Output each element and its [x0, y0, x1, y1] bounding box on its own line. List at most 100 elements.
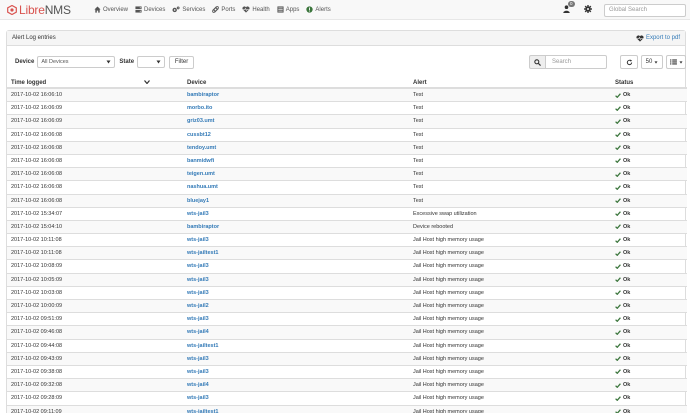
cell-device-link[interactable]: teigen.umt — [187, 171, 215, 177]
caret-down-icon — [654, 60, 658, 64]
cell-time: 2017-10-02 10:05:09 — [11, 276, 63, 283]
cell-alert: Jail Host high memory usage — [413, 342, 484, 349]
nav-ports[interactable]: Ports — [212, 0, 235, 20]
cell-time: 2017-10-02 16:06:08 — [11, 131, 63, 138]
check-icon — [615, 119, 621, 124]
cell-time: 2017-10-02 09:46:08 — [11, 329, 63, 336]
cell-device-link[interactable]: wts-jail3 — [187, 395, 209, 401]
cell-device-link[interactable]: griz03.umt — [187, 118, 215, 124]
table-row: 2017-10-02 10:00:09 wts-jail2 Jail Host hi… — [7, 300, 687, 314]
nav-label: Overview — [103, 6, 129, 13]
status-text: Ok — [623, 342, 631, 349]
check-icon — [615, 198, 621, 203]
nav-health[interactable]: Health — [242, 0, 270, 20]
cell-device-link[interactable]: wts-jail3 — [187, 263, 209, 269]
cell-status: Ok — [615, 198, 630, 204]
cell-device-link[interactable]: bambiraptor — [187, 92, 219, 98]
export-pdf-link[interactable]: Export to pdf — [636, 34, 680, 42]
cogs-icon — [172, 6, 180, 13]
cell-status: Ok — [615, 118, 630, 124]
cell-device-link[interactable]: wts-jail3 — [187, 211, 209, 217]
cell-device-link[interactable]: banmidwfi — [187, 158, 214, 164]
sort-desc-icon[interactable] — [144, 80, 150, 84]
heart-icon — [636, 34, 644, 42]
device-select[interactable]: All Devices — [37, 56, 116, 68]
librenms-logo-icon — [7, 4, 17, 15]
table-row: 2017-10-02 10:08:09 wts-jail3 Jail Host hi… — [7, 260, 687, 274]
cell-time: 2017-10-02 16:06:08 — [11, 171, 63, 178]
cell-status: Ok — [615, 343, 630, 349]
col-status[interactable]: Status — [615, 80, 633, 86]
cell-status: Ok — [615, 329, 630, 335]
brand-logo[interactable]: LibreNMS — [7, 3, 87, 17]
cell-device-link[interactable]: wts-jailtest1 — [187, 250, 218, 256]
cell-device-link[interactable]: wts-jail3 — [187, 237, 209, 243]
check-icon — [615, 290, 621, 296]
cell-device-link[interactable]: wts-jail3 — [187, 290, 209, 296]
status-text: Ok — [623, 382, 631, 389]
cell-device-link[interactable]: wts-jail2 — [187, 303, 209, 309]
cell-device-link[interactable]: wts-jail4 — [187, 329, 209, 335]
cell-time: 2017-10-02 15:34:07 — [11, 210, 63, 217]
nav-overview[interactable]: Overview — [94, 0, 128, 20]
cell-alert: Jail Host high memory usage — [413, 289, 484, 296]
cell-device-link[interactable]: morbo.ito — [187, 105, 212, 111]
table-row: 2017-10-02 10:05:09 wts-jail3 Jail Host hi… — [7, 273, 687, 287]
status-text: Ok — [623, 184, 631, 191]
check-icon — [615, 356, 621, 362]
status-text: Ok — [623, 368, 631, 375]
cell-device-link[interactable]: nashua.umt — [187, 184, 218, 190]
status-text: Ok — [623, 223, 631, 230]
cell-device-link[interactable]: wts-jailtest1 — [187, 343, 218, 349]
brand-name: LibreNMS — [19, 2, 71, 17]
cell-device-link[interactable]: tendoy.umt — [187, 145, 216, 151]
check-icon — [615, 185, 621, 190]
cell-device-link[interactable]: cussbt12 — [187, 132, 211, 138]
cell-status: Ok — [615, 303, 630, 309]
status-text: Ok — [623, 210, 631, 217]
global-search-input[interactable]: Global Search — [604, 3, 686, 17]
nav-services[interactable]: Services — [172, 0, 205, 20]
table-search-input[interactable]: Search — [545, 55, 607, 69]
cell-device-link[interactable]: wts-jail3 — [187, 356, 209, 362]
col-alert[interactable]: Alert — [413, 80, 427, 86]
table-row: 2017-10-02 15:34:07 wts-jail3 Excessive sw… — [7, 208, 687, 221]
cell-alert: Test — [413, 184, 424, 191]
cell-status: Ok — [615, 237, 630, 243]
columns-dropdown[interactable] — [666, 55, 686, 69]
cell-alert: Jail Host high memory usage — [413, 276, 484, 283]
cell-alert: Test — [413, 131, 424, 138]
cell-alert: Jail Host high memory usage — [413, 303, 484, 309]
table-row: 2017-10-02 16:06:08 teigen.umt Test Ok — [7, 168, 687, 182]
cell-status: Ok — [615, 395, 630, 401]
user-menu[interactable]: 0 — [563, 1, 575, 15]
cell-device-link[interactable]: wts-jail3 — [187, 277, 209, 283]
cell-status: Ok — [615, 145, 630, 151]
refresh-button[interactable] — [620, 55, 638, 69]
col-time-logged[interactable]: Time logged — [11, 80, 46, 86]
cell-device-link[interactable]: wts-jail3 — [187, 369, 209, 375]
cell-device-link[interactable]: wts-jail4 — [187, 382, 209, 388]
table-row: 2017-10-02 16:06:09 morbo.ito Test Ok — [7, 102, 687, 116]
check-icon — [615, 303, 621, 309]
page-size-dropdown[interactable]: 50 — [641, 55, 663, 69]
nav-alerts[interactable]: Alerts — [306, 0, 331, 20]
cell-status: Ok — [615, 356, 630, 362]
panel-title: Alert Log entries — [12, 35, 56, 41]
cell-device-link[interactable]: bluejay1 — [187, 198, 209, 204]
cell-device-link[interactable]: wts-jailtest1 — [187, 409, 218, 413]
col-device[interactable]: Device — [187, 80, 206, 86]
cell-status: Ok — [615, 105, 630, 111]
cell-device-link[interactable]: wts-jail3 — [187, 316, 209, 322]
settings-menu[interactable] — [584, 5, 592, 15]
cell-device-link[interactable]: bambiraptor — [187, 224, 219, 230]
device-select-value: All Devices — [41, 59, 69, 65]
cell-status: Ok — [615, 184, 630, 190]
filter-button[interactable]: Filter — [169, 55, 195, 69]
state-select[interactable] — [137, 56, 166, 68]
nav-apps[interactable]: Apps — [277, 0, 299, 20]
table-row: 2017-10-02 10:03:08 wts-jail3 Jail Host hi… — [7, 287, 687, 300]
status-text: Ok — [623, 289, 631, 296]
table-row: 2017-10-02 09:28:09 wts-jail3 Jail Host hi… — [7, 392, 687, 406]
nav-devices[interactable]: Devices — [135, 0, 165, 20]
